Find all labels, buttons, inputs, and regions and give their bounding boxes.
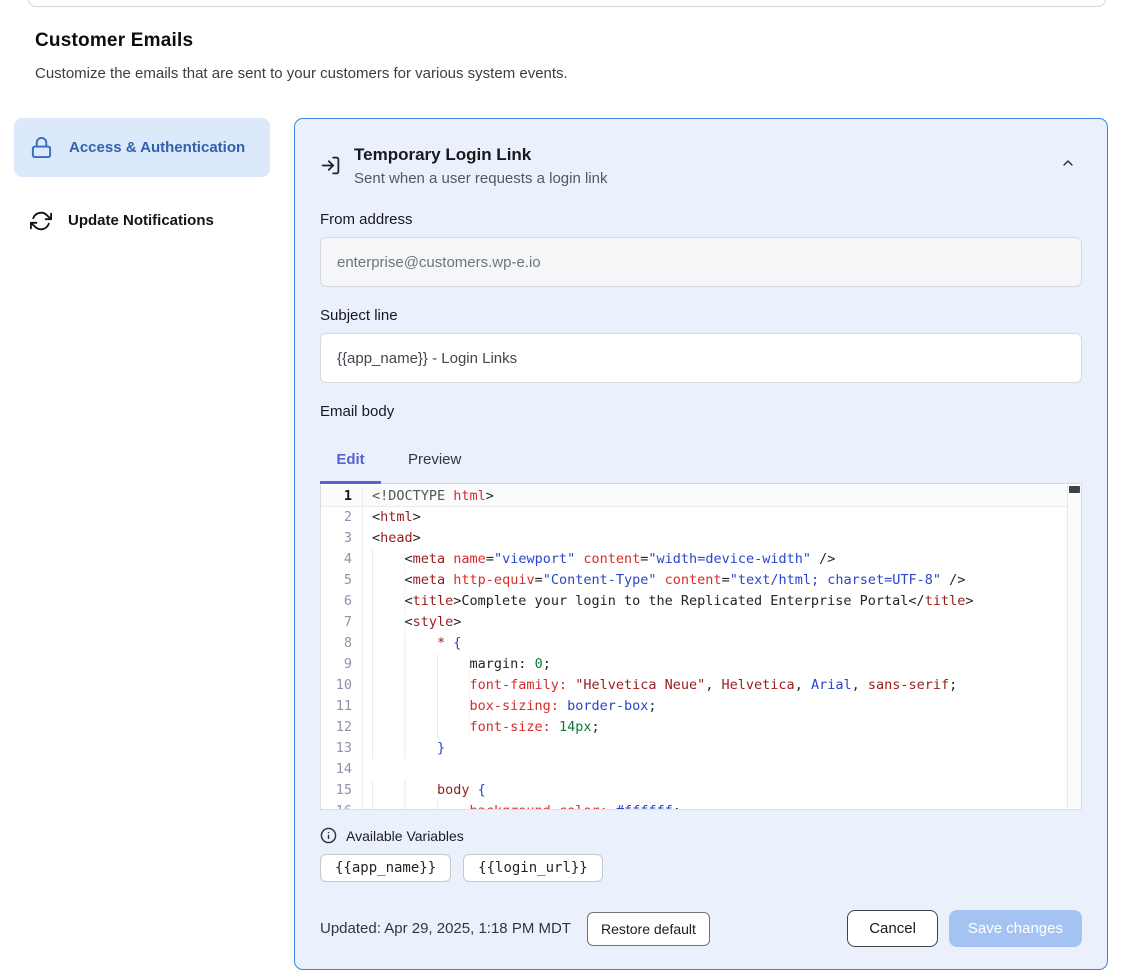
email-body-field-group: Email body Edit Preview 1<!DOCTYPE html>2… <box>320 403 1082 810</box>
panel-subtitle: Sent when a user requests a login link <box>354 170 607 187</box>
available-variables-header: Available Variables <box>320 827 1082 844</box>
line-content: body { <box>363 780 486 801</box>
code-line-9: 9margin: 0; <box>321 654 1081 675</box>
page-subtitle: Customize the emails that are sent to yo… <box>35 65 1128 82</box>
line-content: <style> <box>363 612 461 633</box>
variable-chips: {{app_name}} {{login_url}} <box>320 854 1082 882</box>
sidebar-item-label: Access & Authentication <box>69 136 245 159</box>
from-address-field-group: From address <box>320 211 1082 287</box>
line-number: 13 <box>321 738 363 759</box>
line-number: 9 <box>321 654 363 675</box>
editor-vertical-scrollbar[interactable] <box>1067 485 1081 808</box>
line-number: 10 <box>321 675 363 696</box>
code-line-15: 15body { <box>321 780 1081 801</box>
line-content: margin: 0; <box>363 654 551 675</box>
page-title: Customer Emails <box>35 30 1128 52</box>
temporary-login-link-panel: Temporary Login Link Sent when a user re… <box>294 118 1108 970</box>
previous-card-bottom-edge <box>28 0 1106 7</box>
line-number: 4 <box>321 549 363 570</box>
code-line-13: 13} <box>321 738 1081 759</box>
line-content: * { <box>363 633 461 654</box>
line-content: } <box>363 738 445 759</box>
line-content: <head> <box>363 528 421 549</box>
line-number: 7 <box>321 612 363 633</box>
line-number: 3 <box>321 528 363 549</box>
line-content: font-size: 14px; <box>363 717 600 738</box>
line-number: 15 <box>321 780 363 801</box>
line-content: background-color: #ffffff; <box>363 801 681 810</box>
login-icon <box>320 155 341 176</box>
line-number: 2 <box>321 507 363 528</box>
refresh-icon <box>30 210 52 232</box>
line-number: 6 <box>321 591 363 612</box>
save-changes-button[interactable]: Save changes <box>949 910 1082 947</box>
variable-chip-login_url[interactable]: {{login_url}} <box>463 854 603 882</box>
email-body-tabs: Edit Preview <box>320 442 1082 484</box>
restore-default-button[interactable]: Restore default <box>587 912 710 946</box>
code-line-16: 16background-color: #ffffff; <box>321 801 1081 810</box>
line-content: box-sizing: border-box; <box>363 696 657 717</box>
variable-chip-app_name[interactable]: {{app_name}} <box>320 854 451 882</box>
line-number: 14 <box>321 759 363 780</box>
line-number: 5 <box>321 570 363 591</box>
line-content: <title>Complete your login to the Replic… <box>363 591 973 612</box>
from-address-input[interactable] <box>320 237 1082 287</box>
info-icon <box>320 827 337 844</box>
code-line-4: 4<meta name="viewport" content="width=de… <box>321 549 1081 570</box>
line-content: <html> <box>363 507 421 528</box>
panel-footer: Updated: Apr 29, 2025, 1:18 PM MDT Resto… <box>320 910 1082 947</box>
subject-line-label: Subject line <box>320 307 1082 324</box>
customer-emails-page: Customer Emails Customize the emails tha… <box>0 0 1128 980</box>
code-line-5: 5<meta http-equiv="Content-Type" content… <box>321 570 1081 591</box>
line-content: font-family: "Helvetica Neue", Helvetica… <box>363 675 957 696</box>
line-number: 1 <box>321 486 363 507</box>
line-content: <!DOCTYPE html> <box>363 486 494 507</box>
cancel-button[interactable]: Cancel <box>847 910 938 947</box>
code-line-1: 1<!DOCTYPE html> <box>321 486 1081 507</box>
email-types-sidebar: Access & Authentication Update Notificati… <box>14 118 270 970</box>
sidebar-item-update-notifications[interactable]: Update Notifications <box>14 195 270 246</box>
collapse-panel-button[interactable] <box>1056 151 1080 175</box>
email-body-code-editor[interactable]: 1<!DOCTYPE html>2<html>3<head>4<meta nam… <box>320 484 1082 810</box>
sidebar-item-access-authentication[interactable]: Access & Authentication <box>14 118 270 177</box>
panel-header: Temporary Login Link Sent when a user re… <box>320 145 1082 187</box>
line-number: 16 <box>321 801 363 810</box>
code-line-12: 12font-size: 14px; <box>321 717 1081 738</box>
line-number: 8 <box>321 633 363 654</box>
page-header: Customer Emails Customize the emails tha… <box>0 0 1128 82</box>
panel-title: Temporary Login Link <box>354 145 607 165</box>
code-line-7: 7<style> <box>321 612 1081 633</box>
chevron-up-icon <box>1060 155 1076 171</box>
code-line-10: 10font-family: "Helvetica Neue", Helveti… <box>321 675 1081 696</box>
line-content: <meta http-equiv="Content-Type" content=… <box>363 570 965 591</box>
code-line-8: 8* { <box>321 633 1081 654</box>
line-number: 12 <box>321 717 363 738</box>
email-body-label: Email body <box>320 403 1082 420</box>
sidebar-item-label: Update Notifications <box>68 209 214 232</box>
lock-icon <box>30 136 53 159</box>
subject-line-field-group: Subject line <box>320 307 1082 383</box>
line-number: 11 <box>321 696 363 717</box>
code-line-14: 14 <box>321 759 1081 780</box>
subject-line-input[interactable] <box>320 333 1082 383</box>
code-line-6: 6<title>Complete your login to the Repli… <box>321 591 1081 612</box>
editor-scrollbar-thumb[interactable] <box>1069 486 1080 493</box>
tab-preview[interactable]: Preview <box>404 442 465 484</box>
updated-timestamp: Updated: Apr 29, 2025, 1:18 PM MDT <box>320 920 571 937</box>
code-line-3: 3<head> <box>321 528 1081 549</box>
available-variables-label: Available Variables <box>346 828 464 844</box>
code-line-2: 2<html> <box>321 507 1081 528</box>
line-content <box>363 759 372 780</box>
tab-edit[interactable]: Edit <box>320 442 381 484</box>
from-address-label: From address <box>320 211 1082 228</box>
line-content: <meta name="viewport" content="width=dev… <box>363 549 835 570</box>
code-line-11: 11box-sizing: border-box; <box>321 696 1081 717</box>
